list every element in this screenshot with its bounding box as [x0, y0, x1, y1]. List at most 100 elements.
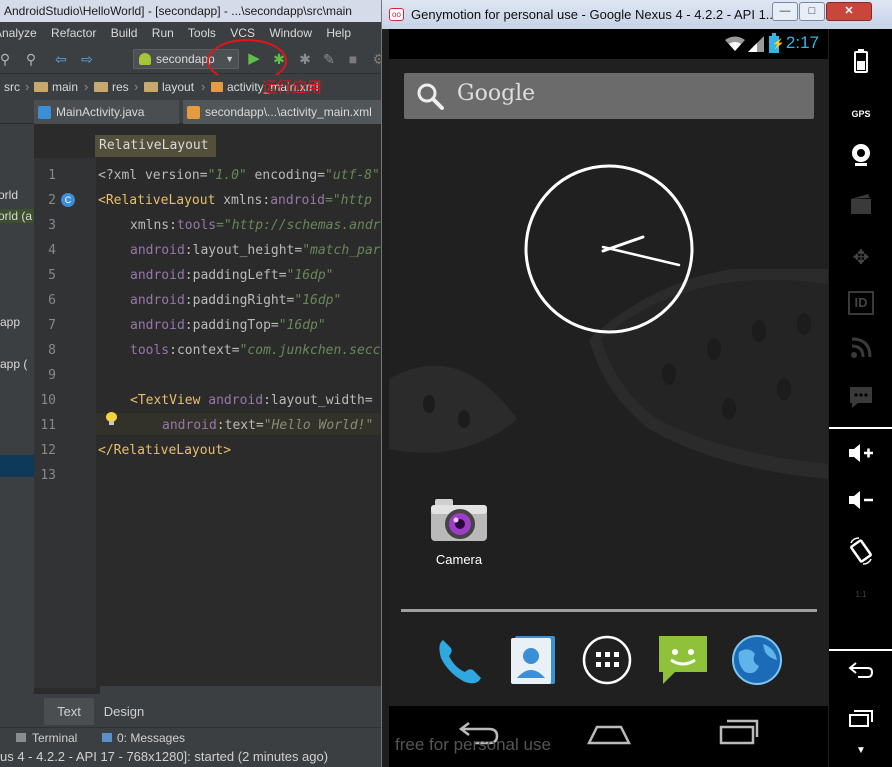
project-item[interactable]: orld: [0, 188, 18, 202]
browser-app-icon[interactable]: [729, 632, 785, 688]
breadcrumb-separator: ›: [84, 79, 89, 94]
attach-debugger-icon[interactable]: ✱: [296, 50, 314, 68]
run-app-annotation: 运行应用: [262, 79, 323, 96]
search-hint: Google: [457, 81, 536, 106]
class-gutter-icon[interactable]: C: [61, 193, 75, 207]
code-line-7: android:paddingTop="16dp": [130, 318, 326, 333]
recent-apps-button-icon[interactable]: [829, 709, 892, 743]
contacts-app-icon[interactable]: [505, 632, 561, 688]
ide-menu-bar: Analyze Refactor Build Run Tools VCS Win…: [0, 22, 390, 44]
battery-widget-icon[interactable]: [829, 49, 892, 83]
project-item[interactable]: app: [0, 315, 20, 329]
menu-window[interactable]: Window: [269, 26, 312, 40]
code-line-8: tools:context="com.junkchen.secc: [130, 343, 381, 358]
line-number: 4: [48, 243, 56, 258]
code-line-4: android:layout_height="match_par: [130, 243, 381, 258]
code-line-11: android:text="Hello World!": [162, 418, 374, 433]
line-number: 5: [48, 268, 56, 283]
project-item[interactable]: app (: [0, 357, 27, 371]
pixel-perfect-label: 1:1: [855, 590, 867, 599]
gps-widget-icon[interactable]: GPS: [829, 97, 892, 131]
breadcrumb-layout-item[interactable]: layout: [144, 75, 194, 99]
folder-icon: [94, 82, 108, 92]
device-id-widget-icon[interactable]: ID: [829, 287, 892, 321]
rotate-screen-icon[interactable]: [829, 537, 892, 571]
breadcrumb-res: res: [112, 80, 129, 94]
breadcrumb: src › main › res › layout › activity_mai…: [0, 75, 390, 99]
menu-analyze[interactable]: Analyze: [0, 26, 37, 40]
messages-icon: [102, 733, 112, 742]
java-class-icon: [38, 106, 51, 119]
breadcrumb-main-item[interactable]: main: [34, 75, 78, 99]
volume-down-icon[interactable]: [829, 489, 892, 523]
minimize-button[interactable]: —: [772, 2, 798, 21]
tab-text[interactable]: Text: [44, 698, 94, 725]
remote-control-icon[interactable]: ✥: [829, 241, 892, 275]
breadcrumb-res-item[interactable]: res: [94, 75, 129, 99]
camera-app-icon[interactable]: [429, 491, 489, 551]
editor-tag-breadcrumb[interactable]: RelativeLayout: [95, 135, 216, 157]
google-search-bar[interactable]: Google: [404, 73, 814, 119]
menu-refactor[interactable]: Refactor: [51, 26, 96, 40]
device-id-label: ID: [848, 291, 874, 315]
menu-vcs[interactable]: VCS: [230, 26, 255, 40]
phone-app-icon[interactable]: [431, 632, 487, 688]
license-watermark: free for personal use: [395, 735, 551, 754]
lightbulb-icon[interactable]: [106, 412, 117, 426]
tab-design[interactable]: Design: [96, 698, 152, 725]
editor-mode-tabs: Text Design: [0, 697, 390, 726]
terminal-tool-button[interactable]: Terminal: [32, 728, 77, 748]
android-icon: [139, 53, 151, 65]
back-button-icon[interactable]: [829, 660, 892, 694]
messaging-app-icon[interactable]: [655, 632, 711, 688]
breadcrumb-main: main: [52, 80, 79, 94]
project-item[interactable]: orld (a: [0, 209, 34, 223]
phone-screen[interactable]: ⚡ 2:17 Google Camera free for personal u…: [389, 29, 828, 767]
volume-up-icon[interactable]: [829, 442, 892, 476]
android-status-bar: ⚡ 2:17: [389, 29, 828, 59]
run-config-label: secondapp: [156, 52, 215, 66]
pixel-perfect-icon[interactable]: 1:1: [829, 585, 892, 619]
apply-changes-icon[interactable]: ✎: [320, 50, 338, 68]
tab-activity-main-xml-label: secondapp\...\activity_main.xml: [205, 105, 372, 119]
sidebar-divider: [829, 649, 892, 651]
android-studio-window: AndroidStudio\HelloWorld] - [secondapp] …: [0, 0, 390, 767]
replace-structural-icon[interactable]: ⚲: [22, 50, 40, 68]
screencast-widget-icon[interactable]: [829, 193, 892, 227]
code-line-12: </RelativeLayout>: [98, 443, 232, 458]
tab-mainactivity[interactable]: MainActivity.java: [34, 100, 179, 124]
sms-widget-icon[interactable]: [829, 385, 892, 419]
code-line-1: <?xml version="1.0" encoding="utf-8": [98, 168, 380, 183]
maximize-button[interactable]: □: [799, 2, 825, 21]
close-button[interactable]: ✕: [826, 2, 872, 21]
line-number: 9: [48, 368, 56, 383]
xml-file-icon: [211, 82, 223, 92]
recent-apps-icon[interactable]: [717, 717, 761, 747]
stop-icon[interactable]: ■: [344, 50, 362, 68]
forward-arrow-icon[interactable]: ⇨: [78, 50, 96, 68]
search-structural-icon[interactable]: ⚲: [0, 50, 14, 68]
back-arrow-icon[interactable]: ⇦: [52, 50, 70, 68]
menu-run[interactable]: Run: [152, 26, 174, 40]
network-widget-icon[interactable]: [829, 337, 892, 371]
code-line-2: <RelativeLayout xmlns:android="http: [98, 193, 372, 208]
signal-icon: [748, 36, 764, 52]
breadcrumb-src[interactable]: src: [4, 75, 20, 99]
folder-icon: [34, 82, 48, 92]
menu-help[interactable]: Help: [326, 26, 351, 40]
battery-icon: ⚡: [769, 33, 784, 53]
xml-file-icon: [187, 106, 200, 119]
line-number: 10: [40, 393, 56, 408]
home-icon[interactable]: [587, 723, 631, 747]
more-chevron-icon[interactable]: ▼: [829, 741, 892, 761]
menu-build[interactable]: Build: [111, 26, 138, 40]
all-apps-icon[interactable]: [579, 632, 635, 688]
tab-activity-main-xml[interactable]: secondapp\...\activity_main.xml: [183, 100, 390, 124]
editor-horizontal-scrollbar[interactable]: [100, 686, 390, 694]
analog-clock-widget[interactable]: [523, 163, 695, 335]
messages-tool-button[interactable]: 0: Messages: [117, 728, 185, 748]
search-icon: [417, 83, 444, 110]
menu-tools[interactable]: Tools: [188, 26, 216, 40]
line-number: 3: [48, 218, 56, 233]
webcam-widget-icon[interactable]: [829, 143, 892, 177]
